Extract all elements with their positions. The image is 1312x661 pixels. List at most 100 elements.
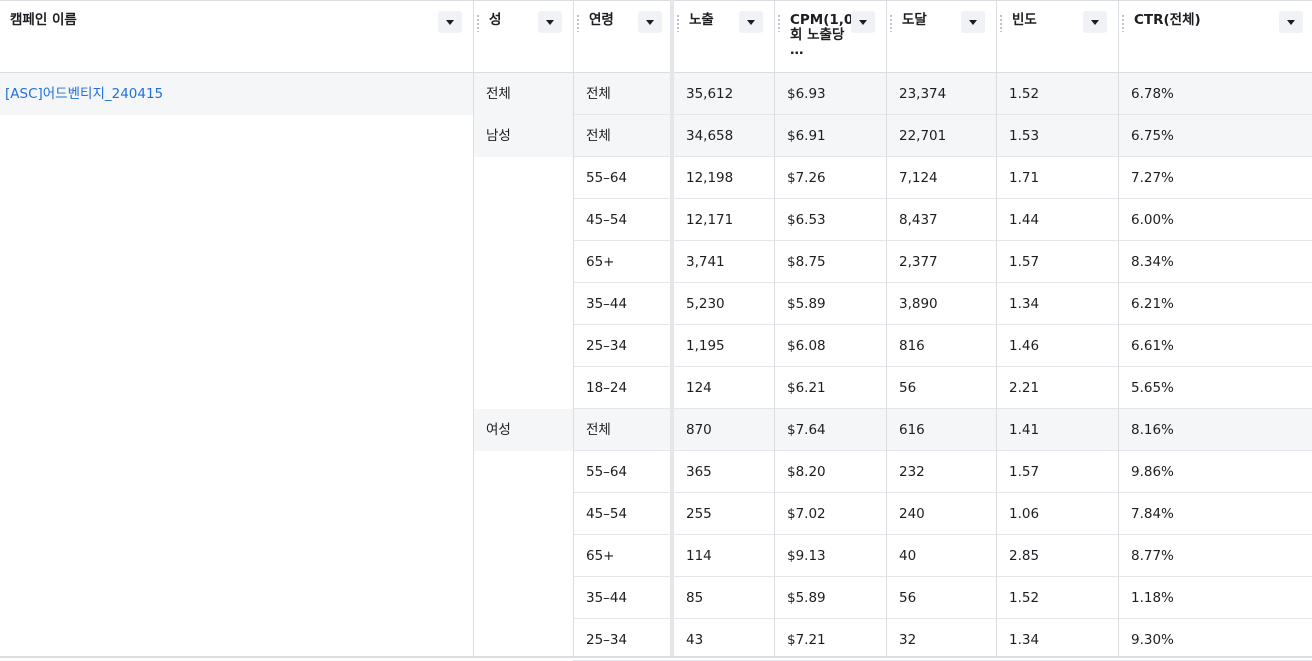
chevron-down-icon xyxy=(969,19,977,25)
cell-frequency: 1.46 xyxy=(1009,338,1040,354)
column-header-label: 빈도 xyxy=(1012,12,1037,28)
drag-handle-icon[interactable] xyxy=(577,14,579,32)
column-header-cpm[interactable]: CPM(1,000회 노출당 … xyxy=(774,0,886,73)
cell-reach: 3,890 xyxy=(899,296,938,312)
cell-reach: 40 xyxy=(899,548,917,564)
sort-dropdown-button[interactable] xyxy=(851,11,875,33)
cell-frequency: 1.52 xyxy=(1009,590,1040,606)
campaign-link-text[interactable]: [ASC]어드벤티지_240415 xyxy=(5,86,163,102)
chevron-down-icon xyxy=(1287,19,1295,25)
gender-cell: 전체 xyxy=(486,86,511,102)
column-header-label: 성 xyxy=(489,12,502,28)
cell-frequency: 1.41 xyxy=(1009,422,1040,438)
chevron-down-icon xyxy=(1091,19,1099,25)
cell-age: 45–54 xyxy=(586,506,628,522)
chevron-down-icon xyxy=(859,19,867,25)
cell-ctr: 9.30% xyxy=(1131,632,1174,648)
sort-dropdown-button[interactable] xyxy=(638,11,662,33)
cell-age: 65+ xyxy=(586,254,615,270)
column-header-reach[interactable]: 도달 xyxy=(886,0,996,73)
cell-frequency: 2.21 xyxy=(1009,380,1040,396)
cell-frequency: 1.06 xyxy=(1009,506,1040,522)
column-header-label: 연령 xyxy=(589,12,614,28)
sort-dropdown-button[interactable] xyxy=(1083,11,1107,33)
cell-frequency: 1.52 xyxy=(1009,86,1040,102)
cell-frequency: 1.57 xyxy=(1009,464,1040,480)
frozen-column-divider[interactable] xyxy=(670,0,674,658)
cell-reach: 32 xyxy=(899,632,917,648)
sort-dropdown-button[interactable] xyxy=(1279,11,1303,33)
drag-handle-icon[interactable] xyxy=(890,14,892,32)
column-header-label: CTR(전체) xyxy=(1134,12,1201,28)
drag-handle-icon[interactable] xyxy=(1122,14,1124,32)
cell-cpm: $9.13 xyxy=(787,548,826,564)
cell-impressions: 3,741 xyxy=(686,254,725,270)
column-divider xyxy=(774,0,775,658)
cell-impressions: 1,195 xyxy=(686,338,725,354)
cell-impressions: 114 xyxy=(686,548,712,564)
chevron-down-icon xyxy=(646,19,654,25)
cell-impressions: 870 xyxy=(686,422,712,438)
cell-ctr: 9.86% xyxy=(1131,464,1174,480)
chevron-down-icon xyxy=(546,19,554,25)
cell-cpm: $7.02 xyxy=(787,506,826,522)
column-header-age[interactable]: 연령 xyxy=(573,0,673,73)
column-header-campaign[interactable]: 캠페인 이름 xyxy=(0,0,473,73)
cell-reach: 7,124 xyxy=(899,170,938,186)
cell-cpm: $7.21 xyxy=(787,632,826,648)
cell-impressions: 12,171 xyxy=(686,212,734,228)
drag-handle-icon[interactable] xyxy=(677,14,679,32)
sort-dropdown-button[interactable] xyxy=(438,11,462,33)
cell-impressions: 124 xyxy=(686,380,712,396)
cell-ctr: 6.61% xyxy=(1131,338,1174,354)
column-divider xyxy=(1118,0,1119,658)
chevron-down-icon xyxy=(446,19,454,25)
cell-age: 25–34 xyxy=(586,338,628,354)
cell-frequency: 1.53 xyxy=(1009,128,1040,144)
cell-ctr: 6.78% xyxy=(1131,86,1174,102)
cell-cpm: $6.08 xyxy=(787,338,826,354)
cell-impressions: 5,230 xyxy=(686,296,725,312)
column-divider xyxy=(996,0,997,658)
cell-frequency: 1.71 xyxy=(1009,170,1040,186)
column-divider xyxy=(886,0,887,658)
cell-ctr: 6.00% xyxy=(1131,212,1174,228)
cell-cpm: $7.64 xyxy=(787,422,826,438)
sort-dropdown-button[interactable] xyxy=(739,11,763,33)
cell-frequency: 2.85 xyxy=(1009,548,1040,564)
cell-age: 전체 xyxy=(586,86,611,102)
cell-cpm: $6.21 xyxy=(787,380,826,396)
cell-ctr: 8.34% xyxy=(1131,254,1174,270)
drag-handle-icon[interactable] xyxy=(778,14,780,32)
column-header-ctr[interactable]: CTR(전체) xyxy=(1118,0,1312,73)
cell-age: 35–44 xyxy=(586,590,628,606)
sort-dropdown-button[interactable] xyxy=(538,11,562,33)
cell-impressions: 255 xyxy=(686,506,712,522)
cell-cpm: $6.91 xyxy=(787,128,826,144)
cell-reach: 23,374 xyxy=(899,86,947,102)
column-header-frequency[interactable]: 빈도 xyxy=(996,0,1118,73)
gender-cell: 여성 xyxy=(486,422,511,438)
report-table: 캠페인 이름 성 연령 노출 CPM(1,000회 노출당 … 도달 빈도 CTR(전체) [A… xyxy=(0,0,1312,661)
sort-dropdown-button[interactable] xyxy=(961,11,985,33)
cell-age: 45–54 xyxy=(586,212,628,228)
cell-cpm: $5.89 xyxy=(787,296,826,312)
cell-cpm: $6.93 xyxy=(787,86,826,102)
cell-ctr: 6.75% xyxy=(1131,128,1174,144)
cell-reach: 816 xyxy=(899,338,925,354)
campaign-name-link[interactable]: [ASC]어드벤티지_240415 xyxy=(0,73,473,115)
cell-frequency: 1.57 xyxy=(1009,254,1040,270)
cell-reach: 8,437 xyxy=(899,212,938,228)
column-header-gender[interactable]: 성 xyxy=(473,0,573,73)
cell-reach: 616 xyxy=(899,422,925,438)
cell-impressions: 85 xyxy=(686,590,704,606)
cell-reach: 22,701 xyxy=(899,128,947,144)
cell-age: 55–64 xyxy=(586,464,628,480)
column-divider xyxy=(473,0,474,658)
column-header-impressions[interactable]: 노출 xyxy=(673,0,774,73)
drag-handle-icon[interactable] xyxy=(1000,14,1002,32)
cell-impressions: 35,612 xyxy=(686,86,734,102)
column-header-label: 캠페인 이름 xyxy=(10,12,77,28)
drag-handle-icon[interactable] xyxy=(477,14,479,32)
cell-impressions: 34,658 xyxy=(686,128,734,144)
